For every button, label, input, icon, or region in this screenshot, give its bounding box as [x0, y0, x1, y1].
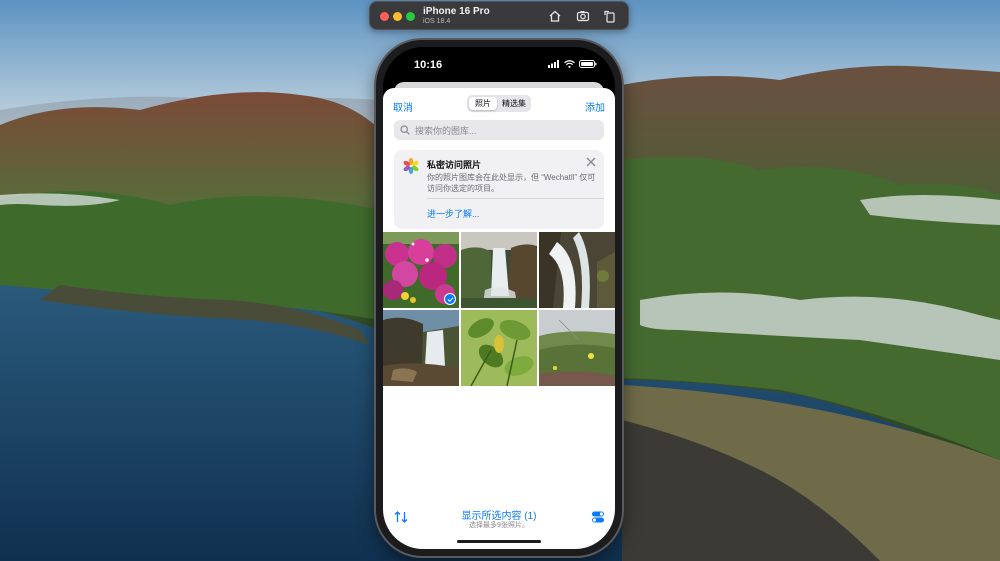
simulator-device-name: iPhone 16 Pro	[423, 6, 490, 17]
photo-thumbnail-waterfall-rocks[interactable]	[383, 310, 459, 386]
zoom-window-button[interactable]	[406, 12, 415, 21]
rotate-icon[interactable]	[602, 8, 618, 24]
privacy-divider	[427, 198, 604, 199]
signal-icon	[548, 60, 559, 68]
photo-grid	[383, 232, 615, 386]
learn-more-link[interactable]: 进一步了解...	[427, 207, 480, 220]
picker-navbar: 取消 照片 精选集 添加	[383, 88, 615, 118]
privacy-title: 私密访问照片	[427, 160, 482, 170]
minimize-window-button[interactable]	[393, 12, 402, 21]
toggle-options-icon[interactable]	[591, 510, 605, 524]
add-button[interactable]: 添加	[585, 99, 605, 114]
search-icon	[400, 125, 410, 135]
close-window-button[interactable]	[380, 12, 389, 21]
selected-checkmark-icon	[444, 293, 456, 305]
photo-thumbnail-flowers[interactable]	[383, 232, 459, 308]
segmented-control: 照片 精选集	[467, 95, 531, 112]
privacy-notice-card: 私密访问照片 你的照片图库会在此处显示，但 “Wechatll” 仅可访问你选定…	[394, 150, 604, 229]
status-icons	[548, 60, 597, 68]
wifi-icon	[564, 60, 575, 68]
tab-photos[interactable]: 照片	[469, 97, 497, 110]
status-time: 10:16	[414, 59, 443, 71]
photo-thumbnail-waterfall[interactable]	[461, 232, 537, 308]
photo-thumbnail-leaves[interactable]	[461, 310, 537, 386]
tab-collections[interactable]: 精选集	[499, 97, 529, 110]
privacy-body: 你的照片图库会在此处显示，但 “Wechatll” 仅可访问你选定的项目。	[427, 173, 596, 193]
home-icon[interactable]	[547, 8, 563, 24]
search-placeholder: 搜索你的图库...	[415, 126, 477, 136]
dynamic-island	[468, 56, 530, 74]
close-icon[interactable]	[586, 157, 596, 167]
cancel-button[interactable]: 取消	[393, 99, 413, 114]
screenshot-icon[interactable]	[575, 8, 591, 24]
battery-icon	[579, 60, 597, 68]
photo-picker-sheet: 取消 照片 精选集 添加 搜索你的图库... 私密访问照片 你的照片图库会在此处…	[383, 88, 615, 549]
home-indicator[interactable]	[457, 540, 541, 543]
iphone-screen: 10:16 取消 照片 精选集 添加 搜索你的图库... 私密访问照片 你的照片…	[383, 47, 615, 549]
photos-app-icon	[403, 157, 419, 175]
selection-limit-text: 选择最多9张照片。	[469, 522, 529, 529]
simulator-os-version: iOS 18.4	[423, 18, 451, 25]
photo-thumbnail-waterfall-closeup[interactable]	[539, 232, 615, 308]
simulator-toolbar: iPhone 16 Pro iOS 18.4	[369, 1, 629, 30]
photo-thumbnail-hillside[interactable]	[539, 310, 615, 386]
search-field[interactable]: 搜索你的图库...	[394, 120, 604, 140]
